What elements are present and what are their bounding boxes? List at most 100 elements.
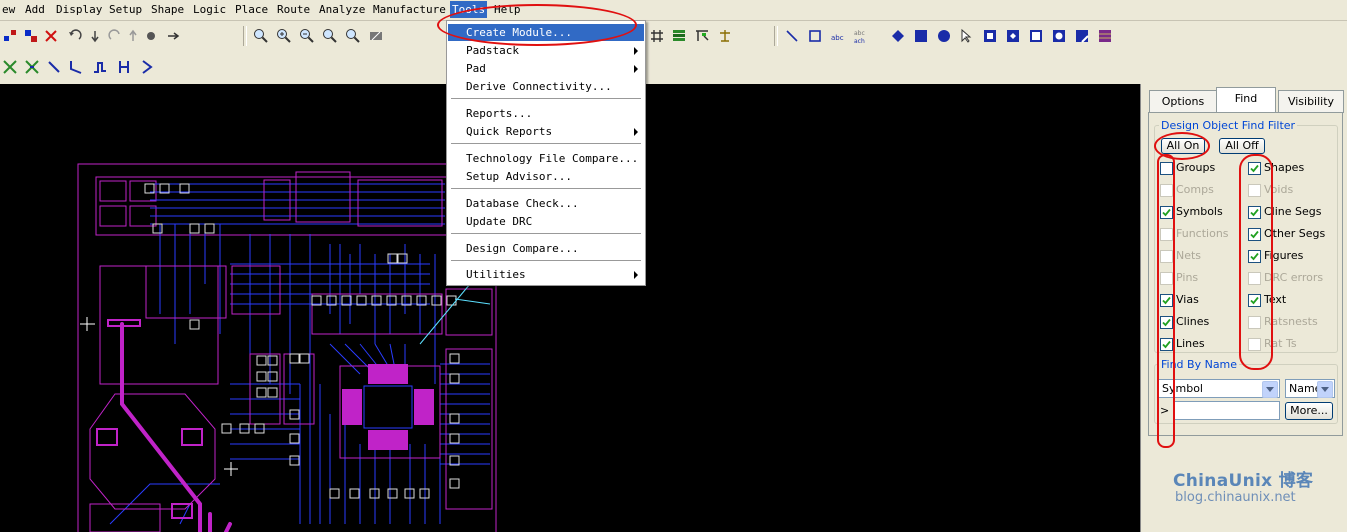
menu-logic[interactable]: Logic bbox=[193, 3, 226, 16]
filter-checkbox-label: DRC errors bbox=[1264, 271, 1324, 284]
menu-add[interactable]: Add bbox=[25, 3, 45, 16]
shape-edit-icon[interactable] bbox=[1073, 27, 1091, 45]
shape-rect-icon[interactable] bbox=[912, 27, 930, 45]
zoom-previous-icon[interactable] bbox=[344, 27, 362, 45]
route-corner-icon[interactable] bbox=[67, 58, 85, 76]
menu-item-create-module[interactable]: Create Module... bbox=[448, 24, 644, 41]
route-angle-icon[interactable] bbox=[138, 58, 156, 76]
layers-icon[interactable] bbox=[670, 27, 688, 45]
toolbar-separator bbox=[243, 26, 247, 46]
zoom-in-icon[interactable] bbox=[275, 27, 293, 45]
move-icon[interactable] bbox=[2, 27, 20, 45]
menu-item-design-compare[interactable]: Design Compare... bbox=[448, 240, 644, 257]
zoom-out-icon[interactable] bbox=[298, 27, 316, 45]
stop-icon[interactable] bbox=[164, 27, 182, 45]
menu-setup[interactable]: Setup bbox=[109, 3, 142, 16]
more-button[interactable]: More... bbox=[1285, 402, 1333, 420]
find-tab-body: Design Object Find Filter All On All Off… bbox=[1148, 112, 1343, 436]
add-rect-icon[interactable] bbox=[806, 27, 824, 45]
balance-icon[interactable] bbox=[716, 27, 734, 45]
find-type-select[interactable]: Symbol bbox=[1158, 379, 1280, 398]
tab-options[interactable]: Options bbox=[1149, 90, 1217, 113]
menu-item-quick-reports[interactable]: Quick Reports bbox=[448, 123, 644, 140]
submenu-arrow-icon bbox=[634, 128, 638, 136]
delete-icon[interactable] bbox=[42, 27, 60, 45]
grid-icon[interactable] bbox=[648, 27, 666, 45]
find-name-input[interactable] bbox=[1174, 401, 1280, 420]
all-off-button[interactable]: All Off bbox=[1219, 138, 1265, 154]
toolbar-row-1: abc abc ach bbox=[0, 24, 1347, 48]
checkbox-checked-icon[interactable] bbox=[1160, 316, 1173, 329]
color-icon[interactable] bbox=[693, 27, 711, 45]
menu-item-setup-advisor[interactable]: Setup Advisor... bbox=[448, 168, 644, 185]
checkbox-checked-icon[interactable] bbox=[1248, 250, 1261, 263]
checkbox-checked-icon[interactable] bbox=[1160, 338, 1173, 351]
undo-icon[interactable] bbox=[66, 27, 84, 45]
menu-item-update-drc[interactable]: Update DRC bbox=[448, 213, 644, 230]
menu-item-technology-file-compare[interactable]: Technology File Compare... bbox=[448, 150, 644, 167]
menu-view[interactable]: ew bbox=[2, 3, 15, 16]
chevron-down-icon[interactable] bbox=[1317, 381, 1333, 398]
void-icon[interactable] bbox=[981, 27, 999, 45]
zoom-world-icon[interactable] bbox=[321, 27, 339, 45]
route-h-icon[interactable] bbox=[115, 58, 133, 76]
find-mode-select[interactable]: Name bbox=[1285, 379, 1335, 398]
tab-visibility[interactable]: Visibility bbox=[1278, 90, 1344, 113]
menu-manufacture[interactable]: Manufacture bbox=[373, 3, 446, 16]
menu-analyze[interactable]: Analyze bbox=[319, 3, 365, 16]
zoom-fit-icon[interactable] bbox=[252, 27, 270, 45]
connect-icon[interactable] bbox=[1, 58, 19, 76]
shape-merge-icon[interactable] bbox=[1096, 27, 1114, 45]
route-diag-icon[interactable] bbox=[45, 58, 63, 76]
menu-item-database-check[interactable]: Database Check... bbox=[448, 195, 644, 212]
menu-place[interactable]: Place bbox=[235, 3, 268, 16]
route-step-icon[interactable] bbox=[91, 58, 109, 76]
menu-separator bbox=[451, 188, 641, 190]
redraw-icon[interactable] bbox=[367, 27, 385, 45]
menu-item-padstack[interactable]: Padstack bbox=[448, 42, 644, 59]
checkbox-checked-icon[interactable] bbox=[1248, 206, 1261, 219]
menu-tools[interactable]: Tools bbox=[450, 1, 488, 18]
copy-icon[interactable] bbox=[22, 27, 40, 45]
menu-item-pad[interactable]: Pad bbox=[448, 60, 644, 77]
checkbox-checked-icon[interactable] bbox=[1248, 294, 1261, 307]
checkbox-checked-icon[interactable] bbox=[1248, 228, 1261, 241]
redo-up-icon[interactable] bbox=[124, 27, 142, 45]
add-text-icon[interactable]: abc bbox=[829, 27, 847, 45]
find-type-value: Symbol bbox=[1162, 382, 1203, 395]
change-text-icon[interactable]: abc ach bbox=[852, 27, 870, 45]
redo-icon[interactable] bbox=[106, 27, 124, 45]
filter-checkbox-label: Functions bbox=[1176, 227, 1229, 240]
shape-circle-icon[interactable] bbox=[935, 27, 953, 45]
submenu-arrow-icon bbox=[634, 47, 638, 55]
void-poly-icon[interactable] bbox=[1004, 27, 1022, 45]
menu-item-utilities[interactable]: Utilities bbox=[448, 266, 644, 283]
menu-route[interactable]: Route bbox=[277, 3, 310, 16]
slide-icon[interactable] bbox=[23, 58, 41, 76]
undo-down-icon[interactable] bbox=[86, 27, 104, 45]
menu-help[interactable]: Help bbox=[494, 3, 521, 16]
shape-add-icon[interactable] bbox=[889, 27, 907, 45]
checkbox-checked-icon[interactable] bbox=[1160, 294, 1173, 307]
menu-item-reports[interactable]: Reports... bbox=[448, 105, 644, 122]
void-rect-icon[interactable] bbox=[1027, 27, 1045, 45]
checkbox-empty-icon[interactable] bbox=[1160, 162, 1173, 175]
find-by-name-title: Find By Name bbox=[1159, 358, 1240, 371]
filter-checkbox-label: Voids bbox=[1264, 183, 1294, 196]
menu-shape[interactable]: Shape bbox=[151, 3, 184, 16]
menu-item-derive-connectivity[interactable]: Derive Connectivity... bbox=[448, 78, 644, 95]
void-circle-icon[interactable] bbox=[1050, 27, 1068, 45]
checkbox-checked-icon[interactable] bbox=[1248, 162, 1261, 175]
checkbox-empty-icon bbox=[1248, 316, 1261, 329]
tools-dropdown-menu: Create Module... Padstack Pad Derive Con… bbox=[446, 20, 646, 286]
menu-display[interactable]: Display bbox=[56, 3, 102, 16]
tab-find[interactable]: Find bbox=[1216, 87, 1276, 114]
command-prompt-glyph: > bbox=[1160, 404, 1170, 417]
all-on-button[interactable]: All On bbox=[1161, 138, 1205, 154]
chevron-down-icon[interactable] bbox=[1262, 381, 1278, 398]
add-line-icon[interactable] bbox=[783, 27, 801, 45]
checkbox-checked-icon[interactable] bbox=[1160, 206, 1173, 219]
select-pointer-icon[interactable] bbox=[957, 27, 975, 45]
pin-icon[interactable] bbox=[142, 27, 160, 45]
filter-checkbox-label: Pins bbox=[1176, 271, 1199, 284]
